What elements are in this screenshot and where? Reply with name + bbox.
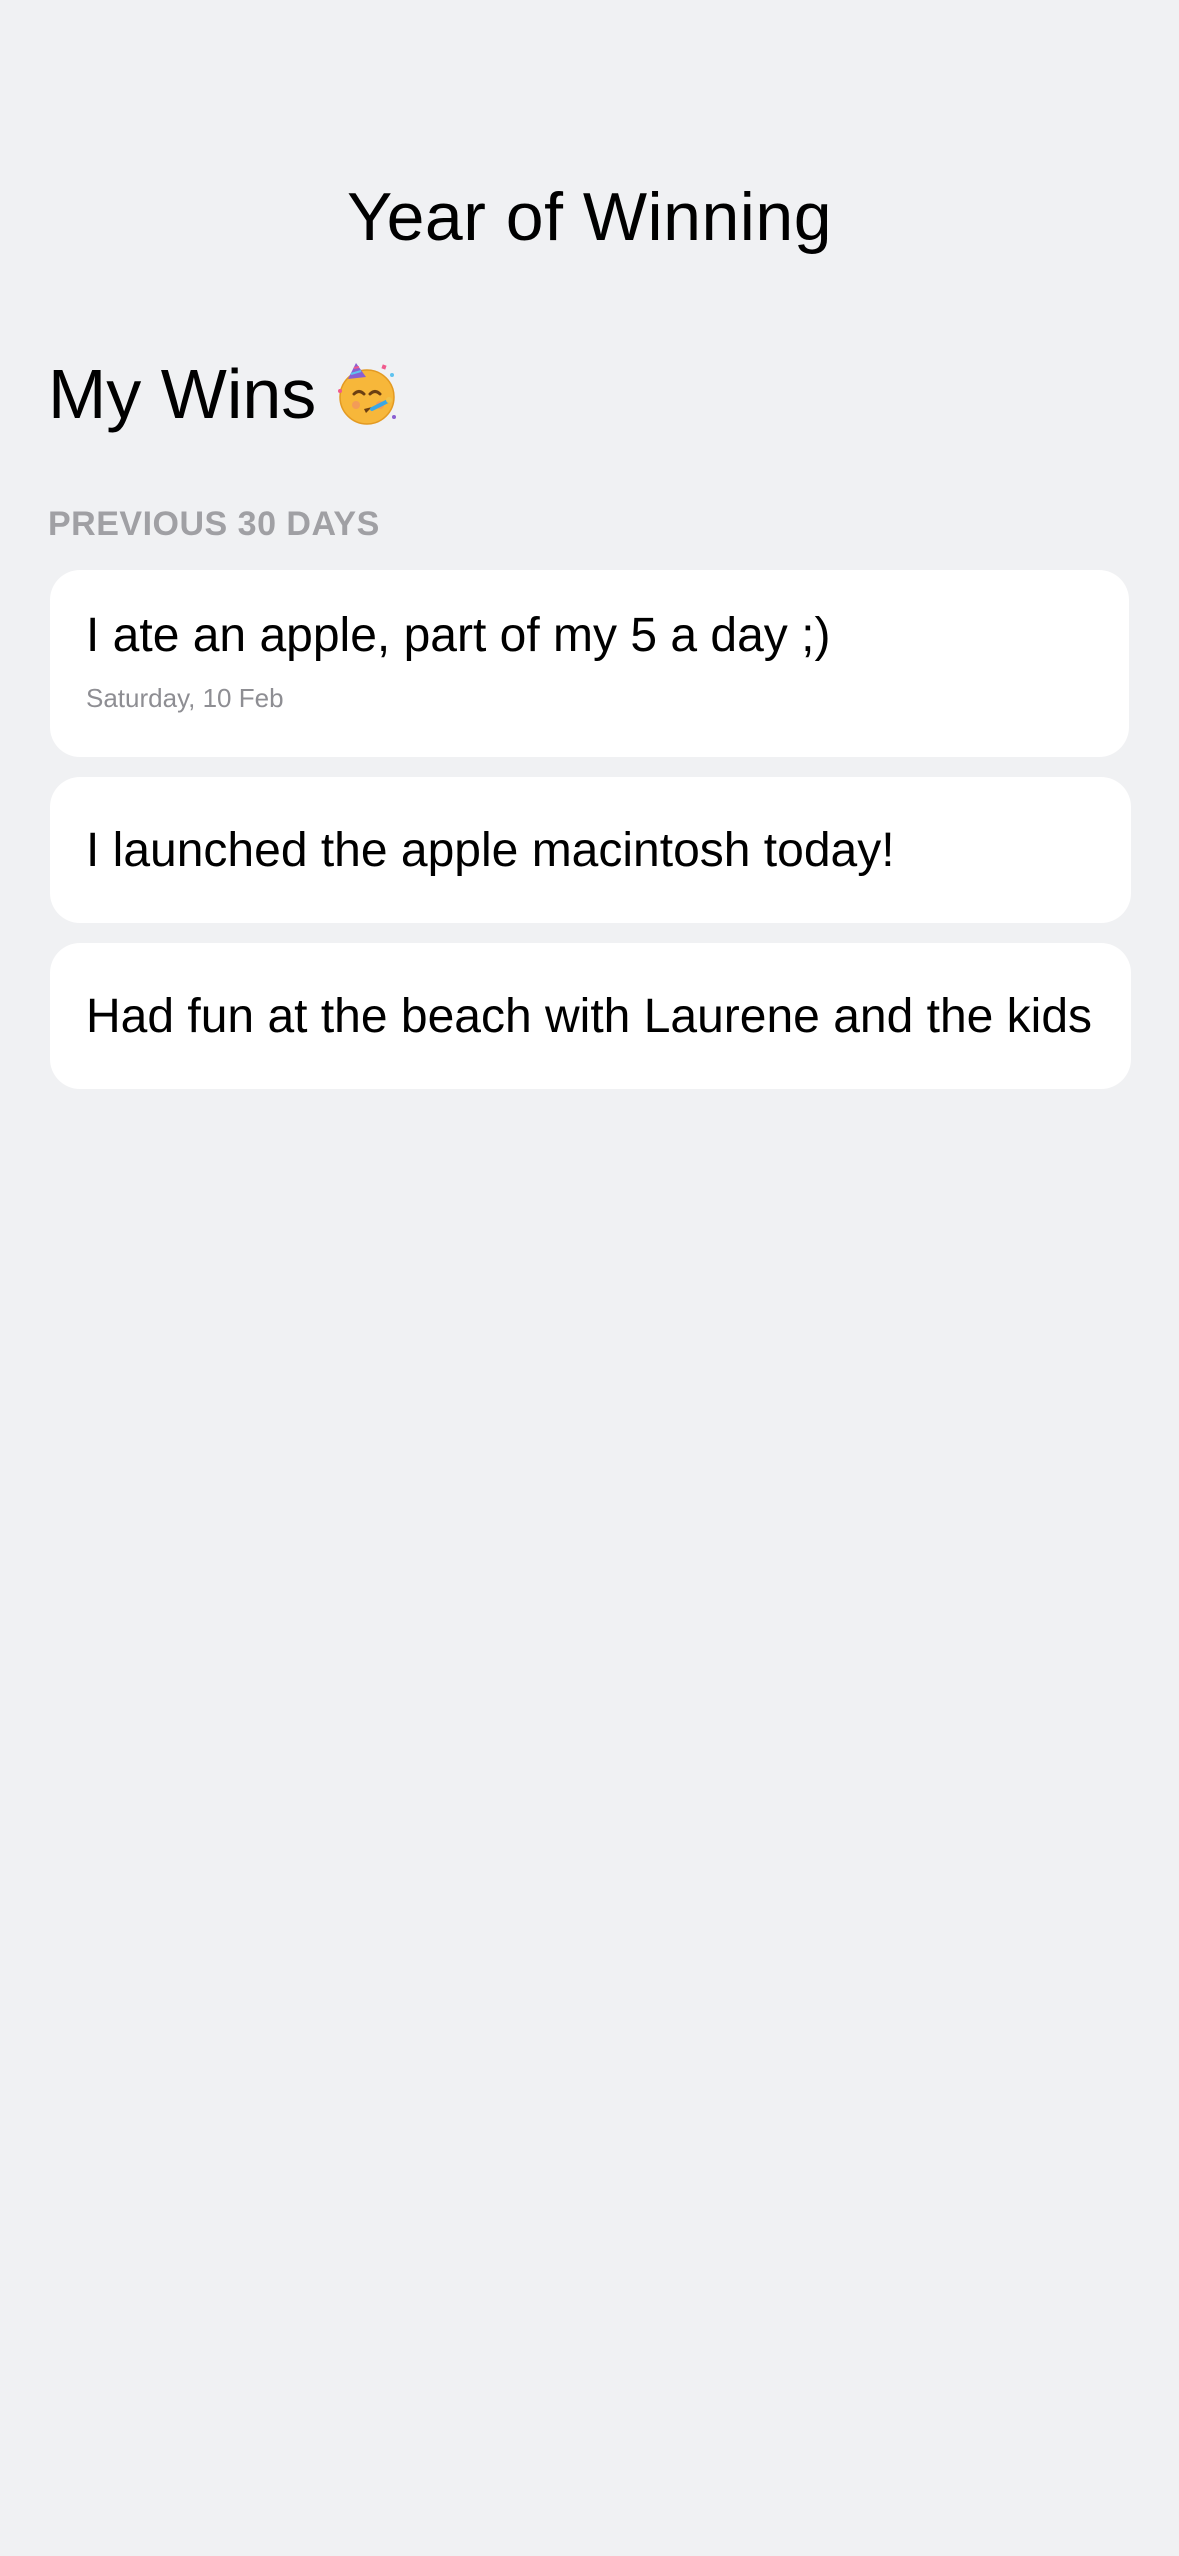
win-card[interactable]: I launched the apple macintosh today! bbox=[50, 777, 1131, 923]
win-date: Saturday, 10 Feb bbox=[86, 683, 284, 713]
page-title: My Wins bbox=[48, 354, 400, 434]
win-card[interactable]: I ate an apple, part of my 5 a day ;) Sa… bbox=[50, 570, 1129, 757]
win-text: I launched the apple macintosh today! bbox=[86, 823, 895, 877]
win-text: Had fun at the beach with Laurene and th… bbox=[86, 989, 1093, 1043]
page-title-text: My Wins bbox=[48, 355, 317, 433]
partying-face-icon bbox=[334, 361, 400, 427]
win-card[interactable]: Had fun at the beach with Laurene and th… bbox=[50, 943, 1131, 1089]
section-header: PREVIOUS 30 DAYS bbox=[48, 505, 380, 543]
win-text: I ate an apple, part of my 5 a day ;) bbox=[86, 609, 831, 662]
nav-title: Year of Winning bbox=[346, 179, 833, 255]
